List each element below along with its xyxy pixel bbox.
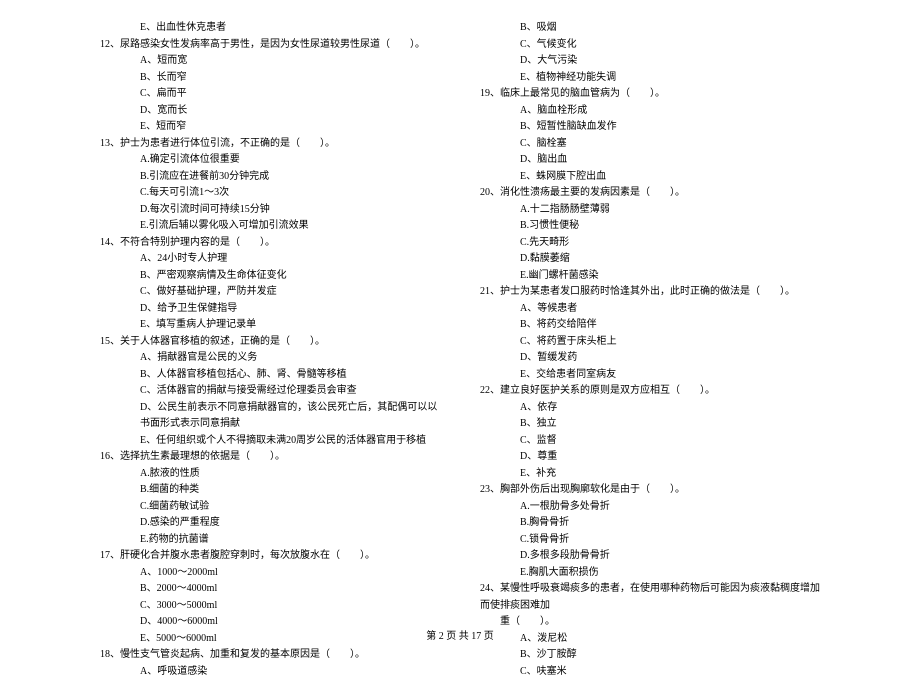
q20-option-b: B.习惯性便秘: [480, 218, 820, 235]
q13: 13、护士为患者进行体位引流，不正确的是（ ）。: [100, 136, 440, 153]
q20: 20、消化性溃疡最主要的发病因素是（ ）。: [480, 185, 820, 202]
q13-option-a: A.确定引流体位很重要: [100, 152, 440, 169]
q16: 16、选择抗生素最理想的依据是（ ）。: [100, 449, 440, 466]
q17: 17、肝硬化合并腹水患者腹腔穿刺时，每次放腹水在（ ）。: [100, 548, 440, 565]
q23-option-e: E.胸肌大面积损伤: [480, 565, 820, 582]
q23-option-d: D.多根多段肋骨骨折: [480, 548, 820, 565]
q14-option-a: A、24小时专人护理: [100, 251, 440, 268]
q22-option-a: A、依存: [480, 400, 820, 417]
q24-option-b: B、沙丁胺醇: [480, 647, 820, 664]
q16-option-d: D.感染的严重程度: [100, 515, 440, 532]
q24-option-c: C、呋塞米: [480, 664, 820, 680]
q12-option-a: A、短而宽: [100, 53, 440, 70]
q19-option-b: B、短暂性脑缺血发作: [480, 119, 820, 136]
q22-option-e: E、补充: [480, 466, 820, 483]
q18-option-d: D、大气污染: [480, 53, 820, 70]
q12-option-c: C、扁而平: [100, 86, 440, 103]
q16-option-a: A.脓液的性质: [100, 466, 440, 483]
q14-option-d: D、给予卫生保健指导: [100, 301, 440, 318]
q18: 18、慢性支气管炎起病、加重和复发的基本原因是（ ）。: [100, 647, 440, 664]
q23-option-b: B.胸骨骨折: [480, 515, 820, 532]
q22-option-c: C、监督: [480, 433, 820, 450]
q12: 12、尿路感染女性发病率高于男性，是因为女性尿道较男性尿道（ ）。: [100, 37, 440, 54]
q13-option-b: B.引流应在进餐前30分钟完成: [100, 169, 440, 186]
q13-option-e: E.引流后辅以雾化吸入可增加引流效果: [100, 218, 440, 235]
q21-option-b: B、将药交给陪伴: [480, 317, 820, 334]
q13-option-d: D.每次引流时间可持续15分钟: [100, 202, 440, 219]
q15-option-c: C、活体器官的捐献与接受需经过伦理委员会审查: [100, 383, 440, 400]
q14-option-c: C、做好基础护理，严防并发症: [100, 284, 440, 301]
exam-content: E、出血性休克患者 12、尿路感染女性发病率高于男性，是因为女性尿道较男性尿道（…: [0, 20, 920, 680]
q21-option-c: C、将药置于床头柜上: [480, 334, 820, 351]
left-column: E、出血性休克患者 12、尿路感染女性发病率高于男性，是因为女性尿道较男性尿道（…: [100, 20, 460, 680]
q15-option-b: B、人体器官移植包括心、肺、肾、骨髓等移植: [100, 367, 440, 384]
q17-option-b: B、2000～4000ml: [100, 581, 440, 598]
q20-option-d: D.黏膜萎缩: [480, 251, 820, 268]
q23-option-c: C.锁骨骨折: [480, 532, 820, 549]
q12-option-b: B、长而窄: [100, 70, 440, 87]
q17-option-a: A、1000～2000ml: [100, 565, 440, 582]
q14-option-b: B、严密观察病情及生命体征变化: [100, 268, 440, 285]
q15-option-d: D、公民生前表示不同意捐献器官的，该公民死亡后，其配偶可以以书面形式表示同意捐献: [100, 400, 440, 433]
q16-option-e: E.药物的抗菌谱: [100, 532, 440, 549]
q21: 21、护士为某患者发口服药时恰逢其外出，此时正确的做法是（ ）。: [480, 284, 820, 301]
q19-option-a: A、脑血栓形成: [480, 103, 820, 120]
q22: 22、建立良好医护关系的原则是双方应相互（ ）。: [480, 383, 820, 400]
q17-option-c: C、3000～5000ml: [100, 598, 440, 615]
q19: 19、临床上最常见的脑血管病为（ ）。: [480, 86, 820, 103]
page-footer: 第 2 页 共 17 页: [0, 627, 920, 642]
q15-option-e: E、任何组织或个人不得摘取未满20周岁公民的活体器官用于移植: [100, 433, 440, 450]
q11-option-e: E、出血性休克患者: [100, 20, 440, 37]
q14: 14、不符合特别护理内容的是（ ）。: [100, 235, 440, 252]
q22-option-b: B、独立: [480, 416, 820, 433]
q15: 15、关于人体器官移植的叙述，正确的是（ ）。: [100, 334, 440, 351]
q19-option-d: D、脑出血: [480, 152, 820, 169]
q23: 23、胸部外伤后出现胸廓软化是由于（ ）。: [480, 482, 820, 499]
q24: 24、某慢性呼吸衰竭痰多的患者，在使用哪种药物后可能因为痰液黏稠度增加而使排痰困…: [480, 581, 820, 614]
q18-option-c: C、气候变化: [480, 37, 820, 54]
q22-option-d: D、尊重: [480, 449, 820, 466]
q14-option-e: E、填写重病人护理记录单: [100, 317, 440, 334]
q18-option-b: B、吸烟: [480, 20, 820, 37]
q18-option-a: A、呼吸道感染: [100, 664, 440, 680]
q12-option-e: E、短而窄: [100, 119, 440, 136]
q20-option-e: E.幽门螺杆菌感染: [480, 268, 820, 285]
q23-option-a: A.一根肋骨多处骨折: [480, 499, 820, 516]
q21-option-d: D、暂缓发药: [480, 350, 820, 367]
q19-option-c: C、脑栓塞: [480, 136, 820, 153]
q16-option-b: B.细菌的种类: [100, 482, 440, 499]
q19-option-e: E、蛛网膜下腔出血: [480, 169, 820, 186]
q16-option-c: C.细菌药敏试验: [100, 499, 440, 516]
q20-option-a: A.十二指肠肠壁薄弱: [480, 202, 820, 219]
q15-option-a: A、捐献器官是公民的义务: [100, 350, 440, 367]
q21-option-a: A、等候患者: [480, 301, 820, 318]
right-column: B、吸烟 C、气候变化 D、大气污染 E、植物神经功能失调 19、临床上最常见的…: [460, 20, 820, 680]
q13-option-c: C.每天可引流1～3次: [100, 185, 440, 202]
q21-option-e: E、交给患者同室病友: [480, 367, 820, 384]
q12-option-d: D、宽而长: [100, 103, 440, 120]
q18-option-e: E、植物神经功能失调: [480, 70, 820, 87]
q20-option-c: C.先天畸形: [480, 235, 820, 252]
